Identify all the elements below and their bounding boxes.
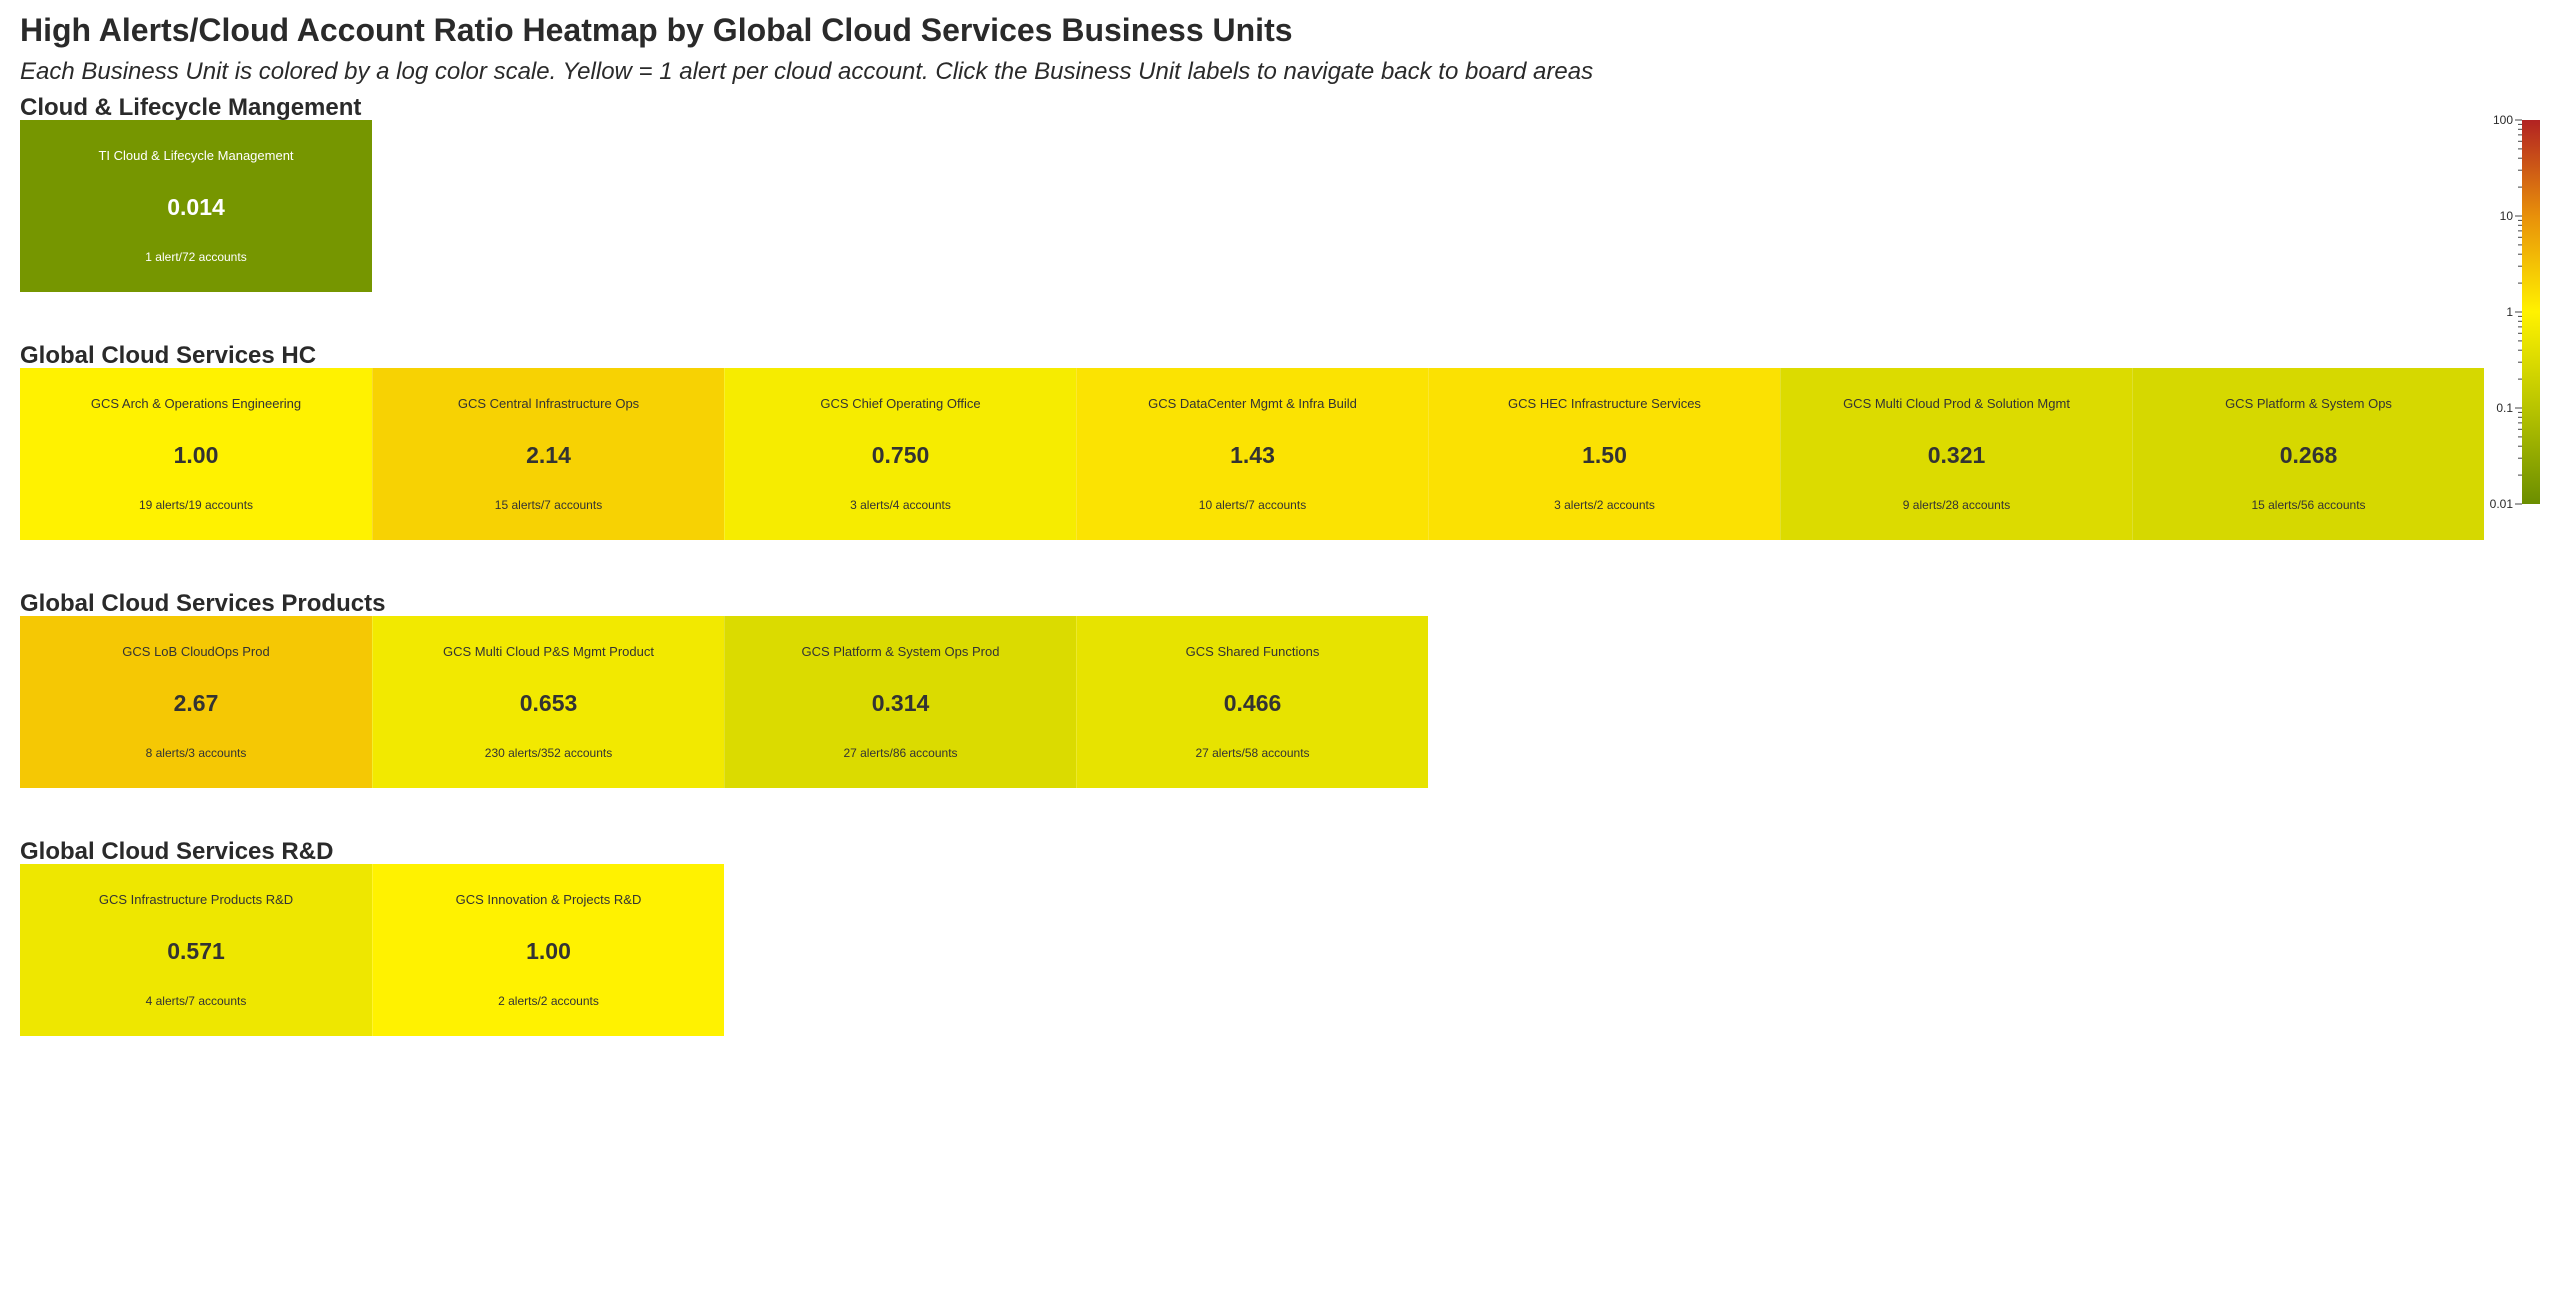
color-scale-legend: 100 10 1 0.1 0.01	[2490, 113, 2540, 511]
heatmap-tile: GCS HEC Infrastructure Services 1.50 3 ale…	[1428, 368, 1780, 540]
tile-ratio-value: 0.750	[871, 442, 930, 468]
heatmap-tile: GCS Innovation & Projects R&D 1.00 2 alert…	[372, 864, 724, 1036]
colorbar-tick-label: 0.1	[2496, 401, 2513, 415]
tile-alert-count: 27 alerts/86 accounts	[843, 746, 958, 760]
group-tile-row: GCS Arch & Operations Engineering 1.00 19 …	[20, 368, 2484, 540]
tile-ratio-value: 0.268	[2279, 442, 2338, 468]
tile-business-unit-name: GCS Multi Cloud P&S Mgmt Product	[443, 644, 654, 659]
group-title-link[interactable]: Global Cloud Services HC	[20, 342, 316, 370]
tile-ratio-value: 0.571	[167, 938, 225, 964]
tile-alert-count: 15 alerts/7 accounts	[494, 498, 603, 512]
tile-ratio-value: 1.00	[173, 442, 219, 468]
group-title-link[interactable]: Global Cloud Services Products	[20, 590, 385, 618]
group-tile-row: TI Cloud & Lifecycle Management 0.014 1 al…	[20, 120, 372, 292]
tile-alert-count: 8 alerts/3 accounts	[145, 746, 247, 760]
heatmap-canvas: High Alerts/Cloud Account Ratio Heatmap …	[0, 0, 2560, 1297]
colorbar-tick-label: 0.01	[2490, 497, 2514, 511]
heatmap-tile: GCS Multi Cloud Prod & Solution Mgmt 0.32…	[1780, 368, 2132, 540]
group-tile-row: GCS LoB CloudOps Prod 2.67 8 alerts/3 acco…	[20, 616, 1428, 788]
tile-business-unit-name: GCS Infrastructure Products R&D	[98, 892, 294, 907]
heatmap-tile: GCS Chief Operating Office 0.750 3 alerts/…	[724, 368, 1076, 540]
heatmap-tile: GCS Central Infrastructure Ops 2.14 15 ale…	[372, 368, 724, 540]
heatmap-tile: GCS Shared Functions 0.466 27 alerts/58 ac…	[1076, 616, 1428, 788]
tile-business-unit-name: GCS Central Infrastructure Ops	[457, 396, 640, 411]
tile-ratio-value: 0.321	[1927, 442, 1986, 468]
group-tile-row: GCS Infrastructure Products R&D 0.571 4 al…	[20, 864, 724, 1036]
tile-ratio-value: 1.50	[1582, 442, 1627, 468]
tile-alert-count: 4 alerts/7 accounts	[145, 994, 247, 1008]
tile-business-unit-name: GCS Innovation & Projects R&D	[455, 892, 642, 907]
heatmap-tile: GCS Platform & System Ops 0.268 15 alerts/…	[2132, 368, 2484, 540]
group-title-link[interactable]: Global Cloud Services R&D	[20, 838, 333, 866]
tile-business-unit-name: GCS HEC Infrastructure Services	[1508, 396, 1701, 411]
tile-alert-count: 9 alerts/28 accounts	[1902, 498, 2011, 512]
tile-business-unit-name: GCS DataCenter Mgmt & Infra Build	[1148, 396, 1357, 411]
tile-alert-count: 3 alerts/2 accounts	[1554, 498, 1655, 512]
tile-ratio-value: 0.014	[167, 194, 225, 220]
color-scale-bar	[2522, 120, 2540, 504]
colorbar-tick-label: 10	[2500, 209, 2514, 223]
tile-alert-count: 19 alerts/19 accounts	[138, 498, 254, 512]
tile-business-unit-name: GCS Platform & System Ops	[2225, 396, 2392, 411]
tile-alert-count: 15 alerts/56 accounts	[2251, 498, 2366, 512]
heatmap-tile: GCS DataCenter Mgmt & Infra Build 1.43 10 …	[1076, 368, 1428, 540]
heatmap-tile: GCS LoB CloudOps Prod 2.67 8 alerts/3 acco…	[20, 616, 372, 788]
tile-business-unit-name: GCS LoB CloudOps Prod	[122, 644, 270, 659]
tile-alert-count: 2 alerts/2 accounts	[498, 994, 599, 1008]
tile-alert-count: 230 alerts/352 accounts	[484, 746, 613, 760]
tile-alert-count: 3 alerts/4 accounts	[850, 498, 951, 512]
heatmap-tile: TI Cloud & Lifecycle Management 0.014 1 al…	[20, 120, 372, 292]
tile-ratio-value: 2.14	[526, 442, 571, 468]
colorbar-tick-label: 100	[2493, 113, 2513, 127]
tile-ratio-value: 1.43	[1230, 442, 1275, 468]
tile-ratio-value: 0.466	[1223, 690, 1282, 716]
group-title-link[interactable]: Cloud & Lifecycle Mangement	[20, 94, 361, 122]
tile-ratio-value: 2.67	[173, 690, 219, 716]
heatmap-tile: GCS Infrastructure Products R&D 0.571 4 al…	[20, 864, 372, 1036]
tile-alert-count: 10 alerts/7 accounts	[1198, 498, 1307, 512]
tile-ratio-value: 1.00	[526, 938, 571, 964]
tile-business-unit-name: TI Cloud & Lifecycle Management	[98, 148, 294, 163]
tile-alert-count: 1 alert/72 accounts	[145, 250, 247, 264]
colorbar-tick-label: 1	[2506, 305, 2513, 319]
heatmap-tile: GCS Multi Cloud P&S Mgmt Product 0.653 230…	[372, 616, 724, 788]
tile-ratio-value: 0.314	[871, 690, 930, 716]
tile-business-unit-name: GCS Platform & System Ops Prod	[801, 644, 1000, 659]
chart-subtitle: Each Business Unit is colored by a log c…	[20, 58, 1594, 85]
heatmap-tile: GCS Platform & System Ops Prod 0.314 27 al…	[724, 616, 1076, 788]
tile-business-unit-name: GCS Multi Cloud Prod & Solution Mgmt	[1843, 396, 2070, 411]
tile-ratio-value: 0.653	[519, 690, 578, 716]
heatmap-tile: GCS Arch & Operations Engineering 1.00 19 …	[20, 368, 372, 540]
chart-title: High Alerts/Cloud Account Ratio Heatmap …	[20, 12, 1293, 48]
tile-business-unit-name: GCS Shared Functions	[1185, 644, 1320, 659]
tile-business-unit-name: GCS Chief Operating Office	[820, 396, 981, 411]
tile-business-unit-name: GCS Arch & Operations Engineering	[90, 396, 302, 411]
tile-alert-count: 27 alerts/58 accounts	[1195, 746, 1310, 760]
